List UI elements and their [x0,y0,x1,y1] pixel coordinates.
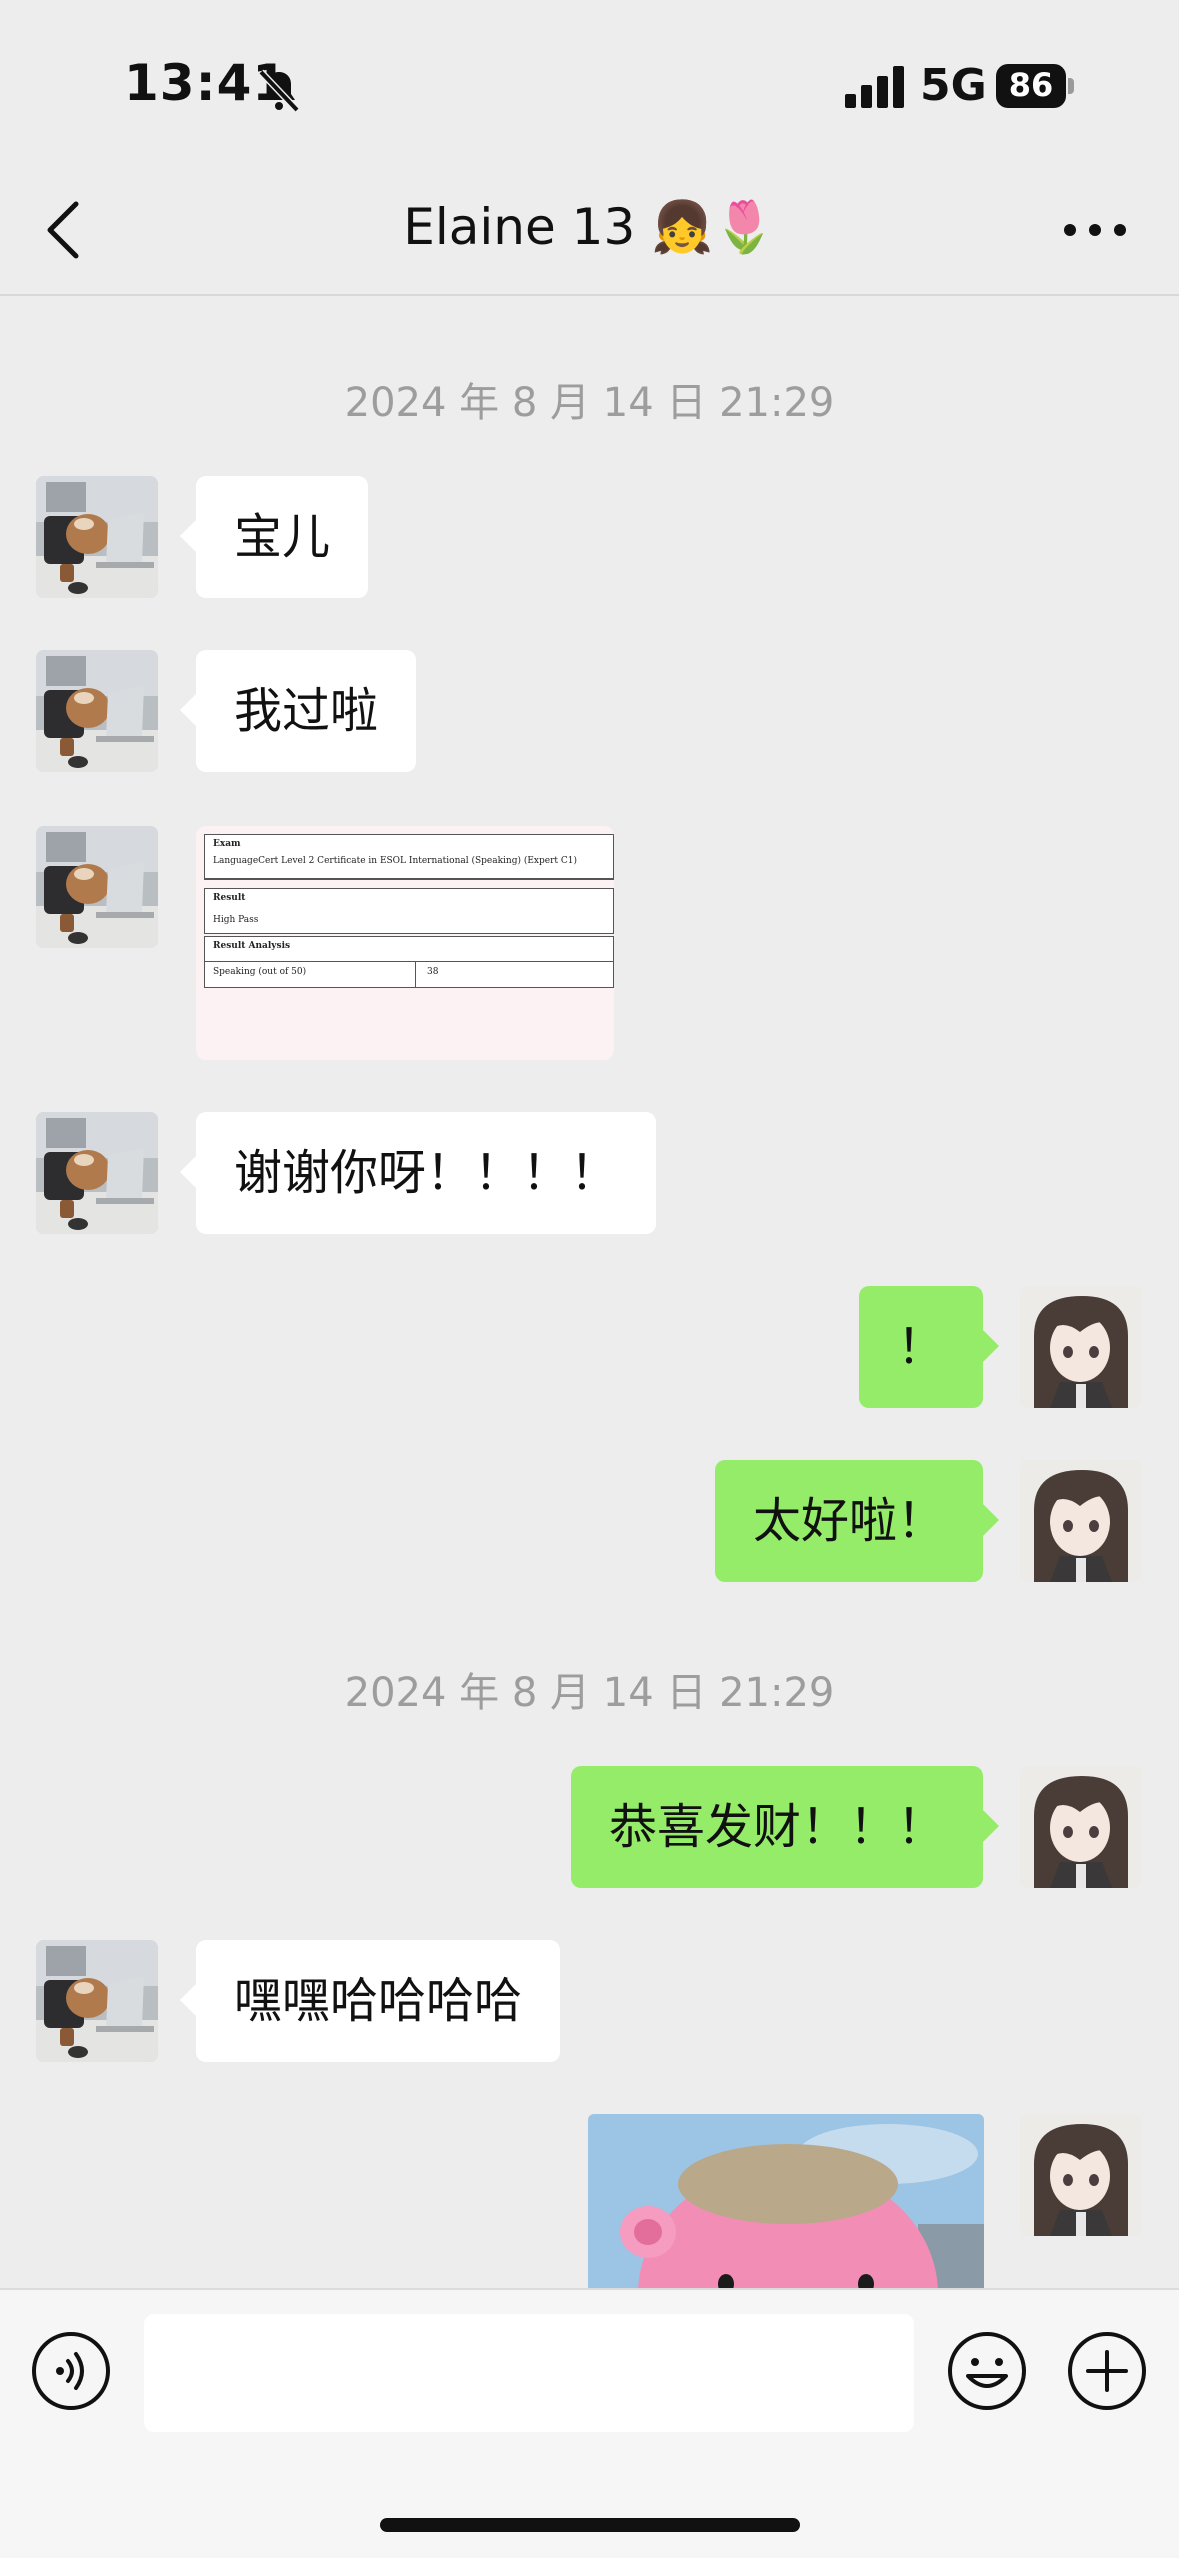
message-bubble-sent[interactable]: 太好啦！ [714,1460,1000,1582]
doc-exam-heading: Exam [213,839,241,849]
chat-header: Elaine 13 👧🌷 [0,170,1179,296]
emoji-icon[interactable] [946,2330,1028,2412]
message-bubble-sent[interactable]: ！ [858,1286,1000,1408]
bell-slash-icon [258,69,300,113]
doc-result-value: High Pass [213,915,259,925]
doc-exam-value: LanguageCert Level 2 Certificate in ESOL… [213,856,578,866]
avatar[interactable] [36,826,158,948]
message-bubble-sent[interactable]: 恭喜发财！！！ [570,1766,1000,1888]
status-bar: 13:41 5G 86 [0,0,1179,170]
message-bubble[interactable]: 宝儿 [179,476,369,598]
avatar[interactable] [36,476,158,598]
timestamp: 2024 年 8 月 14 日 21:29 [344,1670,835,1716]
signal-icon [845,66,904,108]
chat-title: Elaine 13 👧🌷 [403,198,776,256]
network-type: 5G [920,60,987,111]
doc-analysis-label: Speaking (out of 50) [213,967,307,977]
avatar[interactable] [36,1112,158,1234]
voice-icon[interactable] [30,2330,112,2412]
input-bar [0,2288,1179,2558]
avatar-self[interactable] [1020,2114,1142,2236]
more-icon[interactable] [1060,218,1130,242]
plus-icon[interactable] [1066,2330,1148,2412]
avatar-self[interactable] [1020,1286,1142,1408]
sticker-message[interactable] [588,2114,984,2290]
message-bubble[interactable]: 谢谢你呀！！！！ [179,1112,657,1234]
doc-analysis-heading: Result Analysis [213,941,291,951]
avatar-self[interactable] [1020,1460,1142,1582]
timestamp: 2024 年 8 月 14 日 21:29 [344,380,835,426]
doc-analysis-value: 38 [427,967,439,977]
home-indicator [380,2518,800,2532]
message-input[interactable] [144,2314,914,2432]
doc-result-heading: Result [213,893,246,903]
battery-icon: 86 [996,64,1076,108]
avatar-self[interactable] [1020,1766,1142,1888]
avatar[interactable] [36,650,158,772]
image-message-certificate[interactable]: Exam LanguageCert Level 2 Certificate in… [196,826,614,1060]
avatar[interactable] [36,1940,158,2062]
battery-level: 86 [1008,66,1054,104]
message-bubble[interactable]: 嘿嘿哈哈哈哈 [179,1940,561,2062]
message-bubble[interactable]: 我过啦 [179,650,417,772]
